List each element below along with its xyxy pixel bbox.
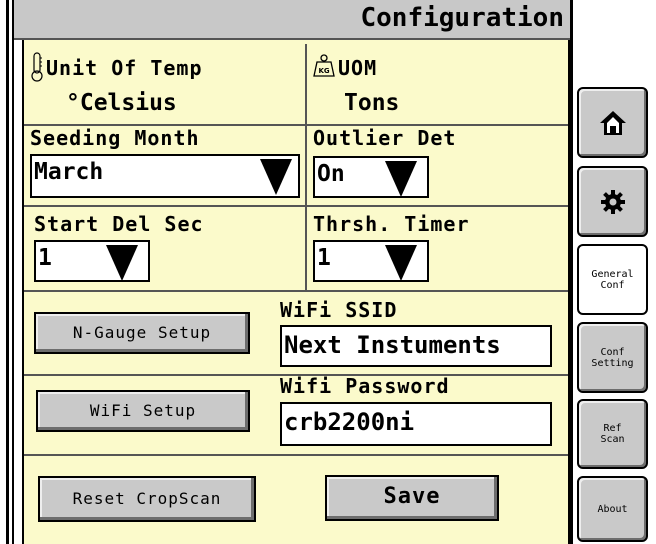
thrsh-timer-dropdown[interactable]: 1 xyxy=(313,240,429,282)
wifi-ssid-value: Next Instuments xyxy=(284,331,501,359)
start-del-sec-dropdown[interactable]: 1 xyxy=(34,240,150,282)
frame-border-inner xyxy=(12,0,14,544)
wifi-ssid-label: WiFi SSID xyxy=(280,298,398,322)
frame-border-left xyxy=(6,0,9,544)
wifi-setup-button[interactable]: WiFi Setup xyxy=(36,390,250,432)
seeding-month-value: March xyxy=(34,159,104,185)
uom-value[interactable]: Tons xyxy=(344,90,399,116)
conf-setting-label: Conf Setting xyxy=(591,346,634,369)
start-del-sec-value: 1 xyxy=(38,245,52,271)
about-button[interactable]: About xyxy=(577,476,648,542)
wifi-password-value: crb2200ni xyxy=(284,408,415,436)
page-title: Configuration xyxy=(360,3,565,33)
general-conf-button[interactable]: General Conf xyxy=(577,244,648,315)
thrsh-timer-label: Thrsh. Timer xyxy=(313,212,470,236)
svg-text:KG: KG xyxy=(319,67,330,75)
row-divider-5 xyxy=(24,454,568,456)
outlier-det-label: Outlier Det xyxy=(313,126,457,150)
frame-border-right xyxy=(570,0,573,544)
home-button[interactable] xyxy=(577,87,648,158)
home-icon xyxy=(599,110,626,135)
ref-scan-label: Ref Scan xyxy=(600,423,625,445)
dropdown-arrow-icon xyxy=(385,161,417,197)
wifi-ssid-input[interactable]: Next Instuments xyxy=(280,325,552,367)
title-bar: Configuration xyxy=(14,0,570,40)
dropdown-arrow-icon xyxy=(106,245,138,281)
weight-kg-icon: KG xyxy=(313,54,337,78)
row-divider-2 xyxy=(24,205,568,207)
reset-cropscan-button[interactable]: Reset CropScan xyxy=(38,476,256,522)
column-divider xyxy=(305,44,307,290)
unit-of-temp-label: Unit Of Temp xyxy=(46,56,203,80)
wifi-password-input[interactable]: crb2200ni xyxy=(280,402,552,446)
unit-of-temp-value[interactable]: °Celsius xyxy=(66,90,177,116)
save-button[interactable]: Save xyxy=(325,475,499,521)
conf-setting-button[interactable]: Conf Setting xyxy=(577,322,648,393)
uom-label: UOM xyxy=(338,56,378,80)
seeding-month-dropdown[interactable]: March xyxy=(30,154,300,198)
start-del-sec-label: Start Del Sec xyxy=(34,212,204,236)
config-panel: Unit Of Temp °Celsius KG UOM Tons Seedin… xyxy=(22,40,570,544)
n-gauge-setup-button[interactable]: N-Gauge Setup xyxy=(34,312,250,354)
thrsh-timer-value: 1 xyxy=(317,245,331,271)
outlier-det-dropdown[interactable]: On xyxy=(313,156,429,198)
general-conf-label: General Conf xyxy=(591,268,634,291)
dropdown-arrow-icon xyxy=(385,245,417,281)
seeding-month-label: Seeding Month xyxy=(30,126,200,150)
ref-scan-button[interactable]: Ref Scan xyxy=(577,399,648,469)
about-label: About xyxy=(597,503,628,515)
wifi-password-label: Wifi Password xyxy=(280,374,450,398)
outlier-det-value: On xyxy=(317,161,345,187)
row-divider-3 xyxy=(24,290,568,292)
dropdown-arrow-icon xyxy=(260,159,292,195)
settings-button[interactable] xyxy=(577,166,648,237)
gear-icon xyxy=(600,189,625,214)
